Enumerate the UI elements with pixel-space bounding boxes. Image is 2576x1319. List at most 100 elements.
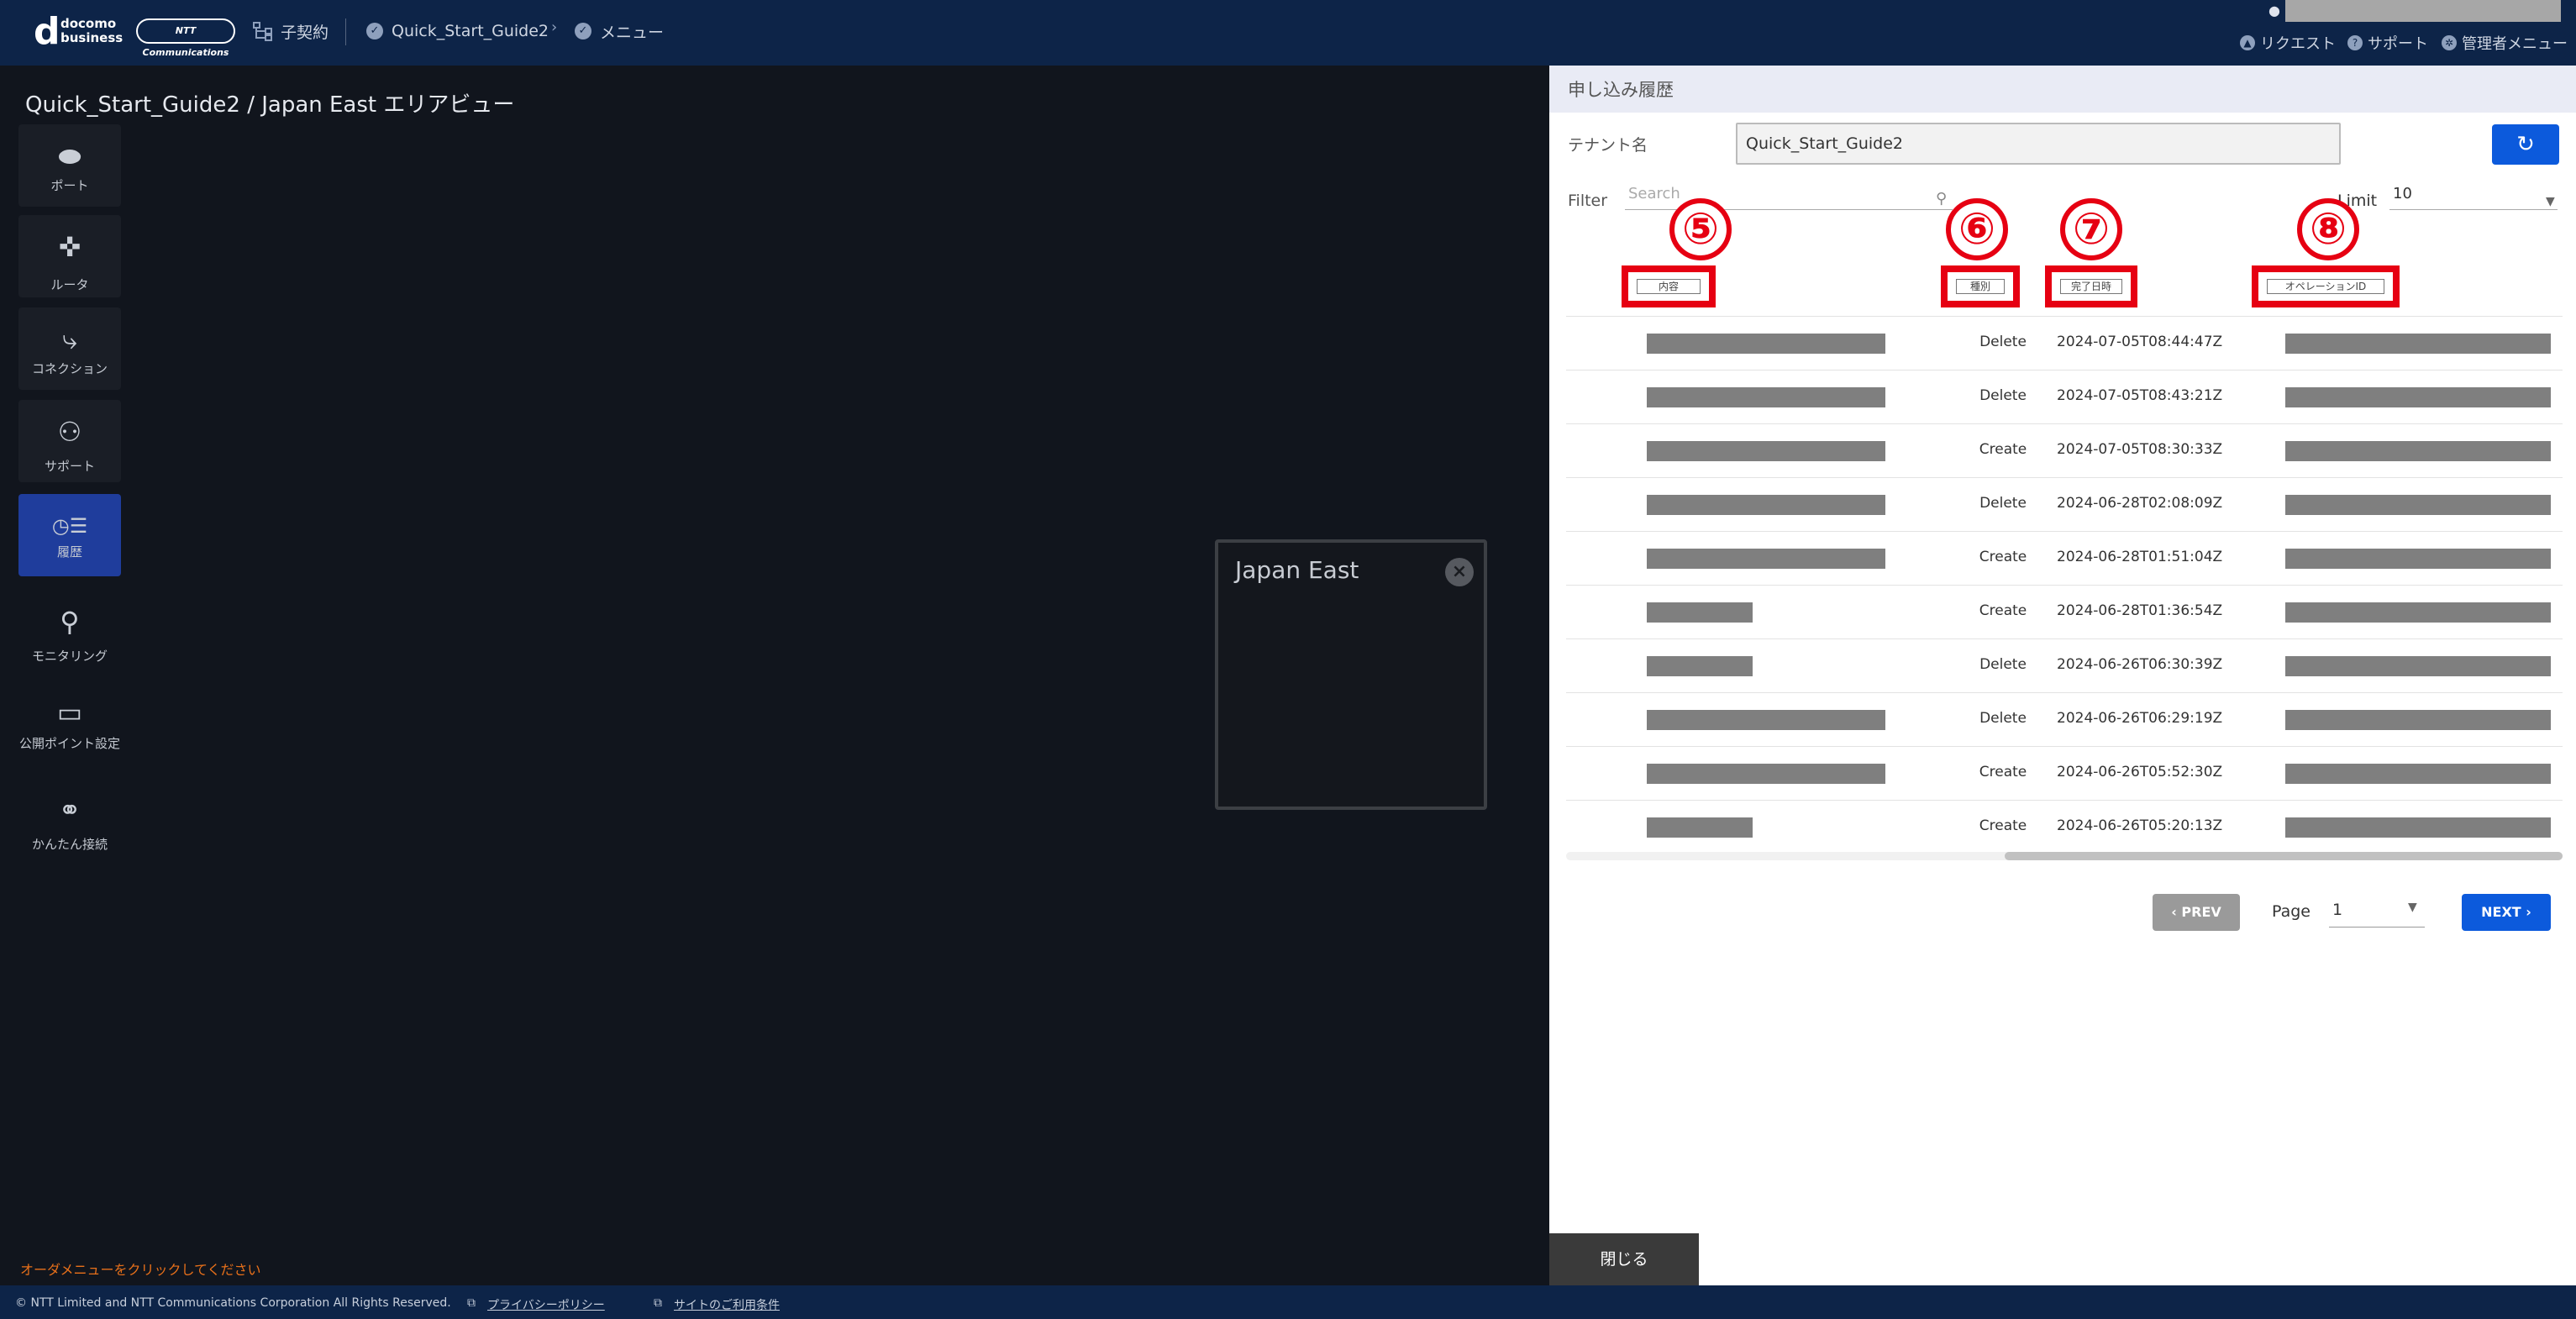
content-redacted — [1647, 817, 1753, 838]
type-cell: Delete — [1979, 656, 2027, 673]
page-title: Quick_Start_Guide2 / Japan East エリアビュー — [25, 92, 515, 118]
breadcrumb-contract[interactable]: 子契約 — [252, 18, 329, 44]
table-row[interactable]: Create 2024-06-28T01:51:04Z — [1566, 531, 2563, 585]
search-input[interactable]: Search — [1625, 180, 1953, 210]
content-redacted — [1647, 495, 1885, 515]
table-row[interactable]: Create 2024-06-26T05:20:13Z — [1566, 800, 2563, 854]
public-point-icon: ▭ — [56, 696, 83, 728]
sidebar-item-label: かんたん接続 — [31, 837, 108, 852]
content-redacted — [1647, 656, 1753, 676]
sidebar-item-port[interactable]: ⬬ ポート — [18, 124, 121, 207]
breadcrumb-tenant[interactable]: ✓ Quick_Start_Guide2 — [366, 18, 549, 44]
type-cell: Create — [1979, 549, 2027, 565]
external-link-icon: ⧉ — [467, 1296, 476, 1310]
support-link[interactable]: ? サポート — [2347, 32, 2428, 54]
operation-id-redacted — [2285, 441, 2551, 461]
prev-label: PREV — [2181, 904, 2221, 920]
breadcrumb-tenant-label: Quick_Start_Guide2 — [392, 22, 549, 40]
table-row[interactable]: Delete 2024-07-05T08:43:21Z — [1566, 370, 2563, 423]
admin-menu-link[interactable]: ✲ 管理者メニュー — [2442, 32, 2568, 54]
search-icon: ⚲ — [1936, 190, 1948, 208]
logo-text: docomo business — [60, 17, 123, 45]
sidebar-item-router[interactable]: ✜ ルータ — [18, 215, 121, 297]
sidebar-item-easy-connect[interactable]: ⚭ かんたん接続 — [18, 778, 121, 860]
operation-id-redacted — [2285, 334, 2551, 354]
column-header-label: 種別 — [1956, 279, 2005, 294]
table-row[interactable]: Create 2024-06-26T05:52:30Z — [1566, 746, 2563, 800]
column-header-label: 完了日時 — [2060, 279, 2122, 294]
close-button[interactable]: 閉じる — [1549, 1233, 1699, 1285]
type-cell: Create — [1979, 764, 2027, 780]
request-label: リクエスト — [2260, 35, 2336, 53]
sidebar-item-label: ポート — [50, 178, 89, 193]
completed-cell: 2024-06-26T05:52:30Z — [2057, 764, 2223, 780]
type-cell: Delete — [1979, 710, 2027, 727]
content-redacted — [1647, 710, 1885, 730]
operation-id-redacted — [2285, 817, 2551, 838]
check-circle-icon: ✓ — [575, 23, 591, 39]
easy-connect-icon: ⚭ — [58, 794, 81, 826]
chevron-down-icon: ▼ — [2408, 901, 2417, 914]
next-button[interactable]: NEXT › — [2462, 894, 2551, 931]
user-name-redacted[interactable] — [2263, 0, 2561, 22]
logo-text-line2: business — [60, 30, 124, 45]
request-link[interactable]: ▲ リクエスト — [2240, 32, 2336, 54]
footer: © NTT Limited and NTT Communications Cor… — [0, 1285, 2576, 1319]
content-redacted — [1647, 549, 1885, 569]
logo-text-line1: docomo — [60, 16, 117, 31]
panel-title: 申し込み履歴 — [1549, 66, 2576, 113]
router-icon: ✜ — [58, 231, 81, 263]
sidebar-item-support[interactable]: ⚇ サポート — [18, 400, 121, 482]
breadcrumb-menu[interactable]: ✓ メニュー — [575, 18, 664, 44]
docomo-business-logo[interactable]: d docomo business — [34, 12, 126, 52]
sidebar-item-monitoring[interactable]: ⚲ モニタリング — [18, 590, 121, 672]
filter-label: Filter — [1568, 192, 1608, 210]
close-icon[interactable]: × — [1445, 558, 1474, 586]
completed-cell: 2024-06-26T05:20:13Z — [2057, 817, 2223, 834]
table-row[interactable]: Create 2024-07-05T08:30:33Z — [1566, 423, 2563, 477]
breadcrumb-menu-label: メニュー — [600, 23, 665, 42]
admin-menu-label: 管理者メニュー — [2462, 35, 2568, 53]
region-card[interactable]: Japan East × — [1215, 539, 1487, 810]
sidebar-item-public-point[interactable]: ▭ 公開ポイント設定 — [18, 681, 121, 763]
prev-button[interactable]: ‹ PREV — [2153, 894, 2240, 931]
tenant-name-field[interactable]: Quick_Start_Guide2 — [1736, 123, 2341, 165]
table-row[interactable]: Delete 2024-06-28T02:08:09Z — [1566, 477, 2563, 531]
limit-select[interactable]: 10 — [2389, 180, 2558, 210]
privacy-policy-link[interactable]: プライバシーポリシー — [487, 1296, 605, 1313]
scrollbar-thumb[interactable] — [2005, 852, 2563, 860]
user-icon[interactable]: ● — [2263, 0, 2285, 22]
content-redacted — [1647, 764, 1885, 784]
table-row[interactable]: Delete 2024-06-26T06:29:19Z — [1566, 692, 2563, 746]
callout-5: ⑤ — [1669, 198, 1732, 260]
column-header-content[interactable]: 内容 — [1622, 265, 1716, 307]
terms-link[interactable]: サイトのご利用条件 — [674, 1296, 780, 1313]
table-row[interactable]: Create 2024-06-28T01:36:54Z — [1566, 585, 2563, 638]
column-header-label: 内容 — [1637, 279, 1701, 294]
column-header-operation-id[interactable]: オペレーションID — [2252, 265, 2400, 307]
column-header-type[interactable]: 種別 — [1941, 265, 2020, 307]
region-name: Japan East — [1235, 556, 1359, 584]
gear-icon: ✲ — [2442, 35, 2457, 50]
check-circle-icon: ✓ — [366, 23, 383, 39]
copyright: © NTT Limited and NTT Communications Cor… — [15, 1296, 451, 1310]
operation-id-redacted — [2285, 387, 2551, 407]
refresh-icon: ↻ — [2516, 132, 2535, 157]
sidebar-item-connection[interactable]: ⤷ コネクション — [18, 307, 121, 390]
type-cell: Delete — [1979, 495, 2027, 512]
refresh-button[interactable]: ↻ — [2492, 124, 2559, 165]
column-header-completed[interactable]: 完了日時 — [2045, 265, 2137, 307]
sidebar-item-label: モニタリング — [31, 649, 108, 664]
tree-icon — [253, 22, 272, 41]
sidebar-item-label: ルータ — [50, 277, 89, 292]
chevron-left-icon: ‹ — [2171, 904, 2182, 920]
horizontal-scrollbar[interactable] — [1566, 852, 2563, 860]
operation-id-redacted — [2285, 602, 2551, 623]
sidebar-item-history[interactable]: ◷☰ 履歴 — [18, 494, 121, 576]
page-label: Page — [2272, 902, 2311, 921]
support-user-icon: ⚇ — [57, 416, 82, 448]
table-row[interactable]: Delete 2024-07-05T08:44:47Z — [1566, 316, 2563, 370]
table-row[interactable]: Delete 2024-06-26T06:30:39Z — [1566, 638, 2563, 692]
monitoring-icon: ⚲ — [60, 606, 80, 638]
tenant-label: テナント名 — [1568, 136, 1648, 155]
